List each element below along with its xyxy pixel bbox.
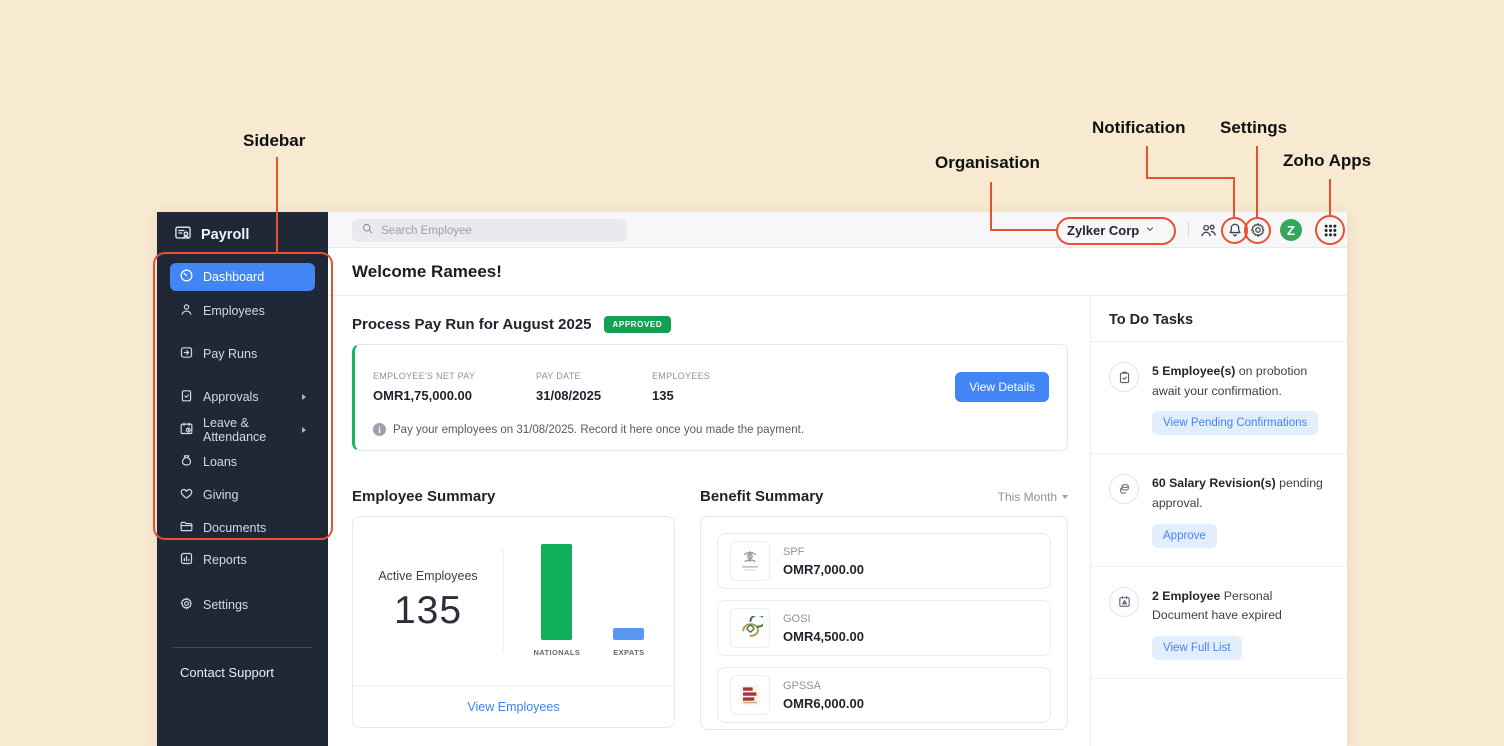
payrun-info-text: Pay your employees on 31/08/2025. Record… <box>393 424 804 436</box>
annotation-line-notification <box>1146 177 1235 179</box>
reports-icon <box>179 551 194 569</box>
referral-users-icon[interactable] <box>1199 221 1218 245</box>
status-badge: APPROVED <box>604 316 672 333</box>
filter-label: This Month <box>998 490 1057 504</box>
gosi-logo <box>730 608 770 648</box>
employee-summary-card: Active Employees 135 NATIONALS <box>352 516 675 728</box>
benefit-row-gpssa[interactable]: GPSSA OMR6,000.00 <box>717 667 1051 723</box>
spf-logo <box>730 541 770 581</box>
benefit-summary-section: Benefit Summary This Month <box>700 488 1068 730</box>
benefit-name: GPSSA <box>783 680 864 692</box>
view-full-list-button[interactable]: View Full List <box>1152 636 1242 660</box>
todo-task-probation: 5 Employee(s) on probotion await your co… <box>1091 342 1347 454</box>
annotation-line-notification <box>1233 177 1235 219</box>
payrun-title: Process Pay Run for August 2025 <box>352 316 592 333</box>
benefit-summary-card: SPF OMR7,000.00 <box>700 516 1068 730</box>
expats-bar <box>613 628 644 640</box>
benefit-row-gosi[interactable]: GOSI OMR4,500.00 <box>717 600 1051 656</box>
annotation-line-zoho-apps <box>1329 179 1331 217</box>
annotation-label-notification: Notification <box>1092 118 1186 138</box>
document-expired-icon <box>1109 587 1139 617</box>
approve-button[interactable]: Approve <box>1152 524 1217 548</box>
nationals-label: NATIONALS <box>533 648 580 658</box>
payroll-app-window: Payroll Dashboard Employees Pay Runs A <box>157 212 1347 746</box>
annotation-circle-settings <box>1244 217 1271 244</box>
benefit-summary-title: Benefit Summary <box>700 488 823 505</box>
gpssa-logo <box>730 675 770 715</box>
task-text: 5 Employee(s) on probotion await your co… <box>1152 362 1329 401</box>
active-employees-label: Active Employees <box>353 569 503 583</box>
benefit-name: SPF <box>783 546 864 558</box>
search-box[interactable] <box>352 219 627 242</box>
annotation-oval-organisation <box>1056 217 1176 245</box>
info-icon: i <box>373 423 386 436</box>
zoho-logo[interactable]: Z <box>1280 219 1302 241</box>
this-month-filter[interactable]: This Month <box>998 490 1068 504</box>
field-value: 31/08/2025 <box>536 388 652 403</box>
benefit-amount: OMR6,000.00 <box>783 696 864 711</box>
employee-summary-section: Employee Summary Active Employees 135 <box>352 488 675 730</box>
annotation-line-organisation <box>990 229 1058 231</box>
task-text: 60 Salary Revision(s) pending approval. <box>1152 474 1329 513</box>
benefit-row-spf[interactable]: SPF OMR7,000.00 <box>717 533 1051 589</box>
annotation-label-zoho-apps: Zoho Apps <box>1283 151 1371 171</box>
view-pending-confirmations-button[interactable]: View Pending Confirmations <box>1152 411 1318 435</box>
view-employees-link[interactable]: View Employees <box>467 700 559 714</box>
annotation-line-notification <box>1146 146 1148 179</box>
topbar: Zylker Corp Z <box>328 212 1347 248</box>
todo-panel: To Do Tasks 5 Employee(s) on probotion a… <box>1090 296 1347 746</box>
annotation-circle-zoho-apps <box>1315 215 1345 245</box>
welcome-banner: Welcome Ramees! <box>328 248 1347 296</box>
benefit-amount: OMR7,000.00 <box>783 562 864 577</box>
todo-title: To Do Tasks <box>1109 312 1193 328</box>
annotation-label-settings: Settings <box>1220 118 1287 138</box>
contact-support-link[interactable]: Contact Support <box>180 665 328 680</box>
sidebar-item-label: Settings <box>203 598 248 612</box>
field-label: PAY DATE <box>536 371 652 381</box>
view-details-button[interactable]: View Details <box>955 372 1049 402</box>
annotation-box-sidebar <box>153 252 333 540</box>
app-name: Payroll <box>201 227 249 243</box>
field-label: EMPLOYEES <box>652 371 710 381</box>
employee-summary-title: Employee Summary <box>352 488 495 505</box>
todo-task-salary-revision: 60 Salary Revision(s) pending approval. … <box>1091 454 1347 566</box>
payrun-card: EMPLOYEE'S NET PAY OMR1,75,000.00 PAY DA… <box>352 344 1068 451</box>
todo-task-document-expired: 2 Employee Personal Document have expire… <box>1091 567 1347 679</box>
search-icon <box>361 222 374 240</box>
pay-date-field: PAY DATE 31/08/2025 <box>536 371 652 403</box>
field-label: EMPLOYEE'S NET PAY <box>373 371 536 381</box>
clipboard-check-icon <box>1109 362 1139 392</box>
page: Payroll Dashboard Employees Pay Runs A <box>0 0 1504 746</box>
employees-field: EMPLOYEES 135 <box>652 371 710 403</box>
field-value: OMR1,75,000.00 <box>373 388 536 403</box>
active-employees-count: 135 <box>353 589 503 633</box>
sidebar-item-settings[interactable]: Settings <box>170 591 315 619</box>
annotation-line-organisation <box>990 182 992 231</box>
annotation-label-organisation: Organisation <box>935 153 1040 173</box>
net-pay-field: EMPLOYEE'S NET PAY OMR1,75,000.00 <box>373 371 536 403</box>
annotation-label-sidebar: Sidebar <box>243 131 305 151</box>
field-value: 135 <box>652 388 710 403</box>
expats-label: EXPATS <box>613 648 644 658</box>
nationals-bar <box>541 544 572 640</box>
sidebar-item-reports[interactable]: Reports <box>170 546 315 574</box>
search-input[interactable] <box>381 225 618 237</box>
chevron-down-icon <box>1062 495 1068 499</box>
settings-icon <box>179 596 194 614</box>
coins-icon <box>1109 474 1139 504</box>
benefit-amount: OMR4,500.00 <box>783 629 864 644</box>
sidebar-divider <box>173 647 312 648</box>
benefit-name: GOSI <box>783 613 864 625</box>
welcome-heading: Welcome Ramees! <box>352 262 1323 282</box>
sidebar-item-label: Reports <box>203 553 247 567</box>
annotation-line-settings <box>1256 146 1258 219</box>
app-logo: Payroll <box>157 216 328 254</box>
annotation-line-sidebar <box>276 157 278 252</box>
employee-bar-chart: NATIONALS EXPATS <box>504 544 674 658</box>
task-text: 2 Employee Personal Document have expire… <box>1152 587 1329 626</box>
topbar-divider <box>1188 222 1189 238</box>
payroll-logo-icon <box>173 223 193 248</box>
